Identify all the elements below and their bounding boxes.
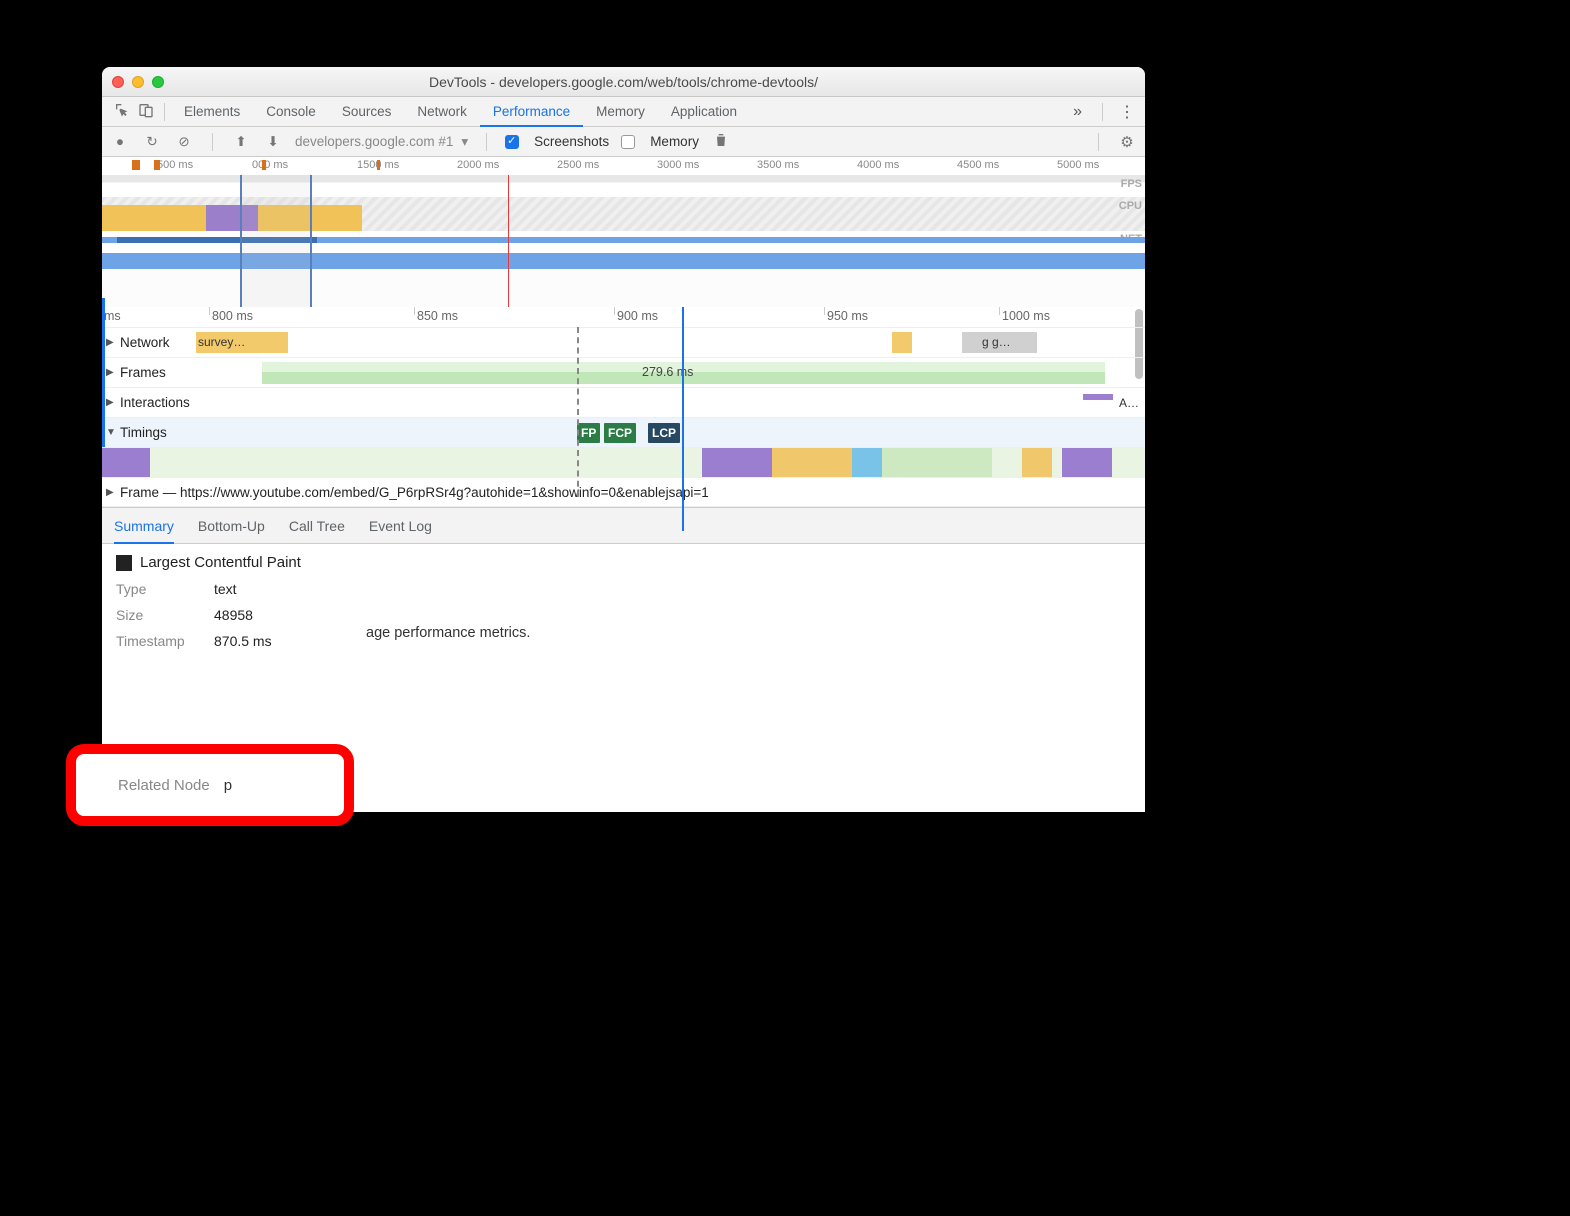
summary-size-key: Size <box>116 607 204 623</box>
recording-select[interactable]: developers.google.com #1 <box>295 134 468 150</box>
device-toolbar-icon[interactable] <box>134 102 158 121</box>
tab-calltree[interactable]: Call Tree <box>289 508 345 544</box>
overview-tick: 2000 ms <box>457 159 499 171</box>
devtools-window: DevTools - developers.google.com/web/too… <box>102 67 1145 812</box>
flame-tick: 900 ms <box>617 309 658 323</box>
flame-blue-marker <box>682 307 684 531</box>
flame-chart[interactable]: ms 800 ms 850 ms 900 ms 950 ms 1000 ms ▶… <box>102 307 1145 508</box>
summary-title: Largest Contentful Paint <box>140 554 301 571</box>
timing-fcp[interactable]: FCP <box>604 423 636 443</box>
tab-summary[interactable]: Summary <box>114 508 174 544</box>
track-main-label: Main — https://developers.google.com/web… <box>120 455 518 470</box>
tab-memory[interactable]: Memory <box>583 97 658 127</box>
annotation-related-node: Related Node p <box>66 744 354 826</box>
load-profile-icon[interactable]: ⬆ <box>231 134 251 150</box>
tab-bottomup[interactable]: Bottom-Up <box>198 508 265 544</box>
overview-tick: 3000 ms <box>657 159 699 171</box>
overview-tick: 000 ms <box>252 159 288 171</box>
details-tabbar: Summary Bottom-Up Call Tree Event Log <box>102 508 1145 544</box>
track-frames-label: Frames <box>120 365 166 380</box>
overview-tick: 4000 ms <box>857 159 899 171</box>
track-interactions[interactable]: ▶ Interactions A… <box>102 387 1145 417</box>
summary-ts-value: 870.5 ms <box>214 633 272 649</box>
screenshots-label: Screenshots <box>534 134 609 149</box>
window-title: DevTools - developers.google.com/web/too… <box>102 74 1145 90</box>
network-item: survey… <box>198 335 245 349</box>
track-interactions-label: Interactions <box>120 395 190 410</box>
tab-eventlog[interactable]: Event Log <box>369 508 432 544</box>
track-timings[interactable]: ▼ Timings FP FCP LCP <box>102 417 1145 447</box>
timing-fp[interactable]: FP <box>577 423 600 443</box>
track-network[interactable]: ▶ Network survey… g g… <box>102 327 1145 357</box>
overview-tick: 3500 ms <box>757 159 799 171</box>
network-bar <box>962 332 1037 353</box>
flame-tick: 950 ms <box>827 309 868 323</box>
clear-icon[interactable]: ⊘ <box>174 134 194 150</box>
memory-label: Memory <box>650 134 699 149</box>
window-titlebar: DevTools - developers.google.com/web/too… <box>102 67 1145 97</box>
track-frame-label: Frame — https://www.youtube.com/embed/G_… <box>120 485 709 500</box>
overview-selection[interactable] <box>240 175 312 307</box>
track-frame[interactable]: ▶ Frame — https://www.youtube.com/embed/… <box>102 477 1145 507</box>
related-node-key: Related Node <box>118 777 210 794</box>
flame-tick: 850 ms <box>417 309 458 323</box>
tab-application[interactable]: Application <box>658 97 750 127</box>
overview-playhead <box>508 175 509 307</box>
network-bar <box>196 332 288 353</box>
overview-cpu-label: CPU <box>1119 200 1142 212</box>
performance-toolbar: ● ↻ ⊘ ⬆ ⬇ developers.google.com #1 Scree… <box>102 127 1145 157</box>
flame-tick: 800 ms <box>212 309 253 323</box>
overview-tick: 500 ms <box>157 159 193 171</box>
kebab-menu-icon[interactable]: ⋮ <box>1109 102 1145 122</box>
timing-lcp[interactable]: LCP <box>648 423 680 443</box>
devtools-tabbar: Elements Console Sources Network Perform… <box>102 97 1145 127</box>
save-profile-icon[interactable]: ⬇ <box>263 134 283 150</box>
summary-type-key: Type <box>116 581 204 597</box>
settings-icon[interactable]: ⚙ <box>1117 133 1137 151</box>
frames-value: 279.6 ms <box>642 365 693 379</box>
interaction-item: A… <box>1119 396 1139 410</box>
tab-network[interactable]: Network <box>404 97 480 127</box>
summary-panel: Largest Contentful Paint Type text Size 48… <box>102 544 1145 651</box>
track-frames[interactable]: ▶ Frames 279.6 ms <box>102 357 1145 387</box>
inspect-icon[interactable] <box>110 102 134 121</box>
flame-tick: 1000 ms <box>1002 309 1050 323</box>
summary-size-value: 48958 <box>214 607 253 623</box>
tab-console[interactable]: Console <box>253 97 329 127</box>
network-bar <box>892 332 912 353</box>
screenshots-checkbox[interactable] <box>505 135 519 149</box>
summary-swatch <box>116 555 132 571</box>
flame-dashed-marker <box>577 327 579 497</box>
summary-desc: age performance metrics. <box>366 625 1131 641</box>
track-main[interactable]: ▶ Main — https://developers.google.com/w… <box>102 447 1145 477</box>
network-item: g g… <box>982 335 1011 349</box>
overview-fps-label: FPS <box>1121 178 1142 190</box>
tab-sources[interactable]: Sources <box>329 97 405 127</box>
memory-checkbox[interactable] <box>621 135 635 149</box>
tab-performance[interactable]: Performance <box>480 97 583 127</box>
related-node-value[interactable]: p <box>224 777 232 794</box>
overview-tick: 5000 ms <box>1057 159 1099 171</box>
reload-icon[interactable]: ↻ <box>142 134 162 150</box>
overview-tick: 2500 ms <box>557 159 599 171</box>
track-network-label: Network <box>120 335 170 350</box>
summary-type-value: text <box>214 581 237 597</box>
flame-tick: ms <box>104 309 121 323</box>
gc-icon[interactable] <box>711 132 731 151</box>
summary-ts-key: Timestamp <box>116 633 204 649</box>
tab-elements[interactable]: Elements <box>171 97 253 127</box>
overview-tick: 4500 ms <box>957 159 999 171</box>
overview-timeline[interactable]: 500 ms 000 ms 1500 ms 2000 ms 2500 ms 30… <box>102 157 1145 307</box>
record-icon[interactable]: ● <box>110 134 130 149</box>
tab-overflow[interactable]: » <box>1059 103 1096 121</box>
track-timings-label: Timings <box>120 425 167 440</box>
